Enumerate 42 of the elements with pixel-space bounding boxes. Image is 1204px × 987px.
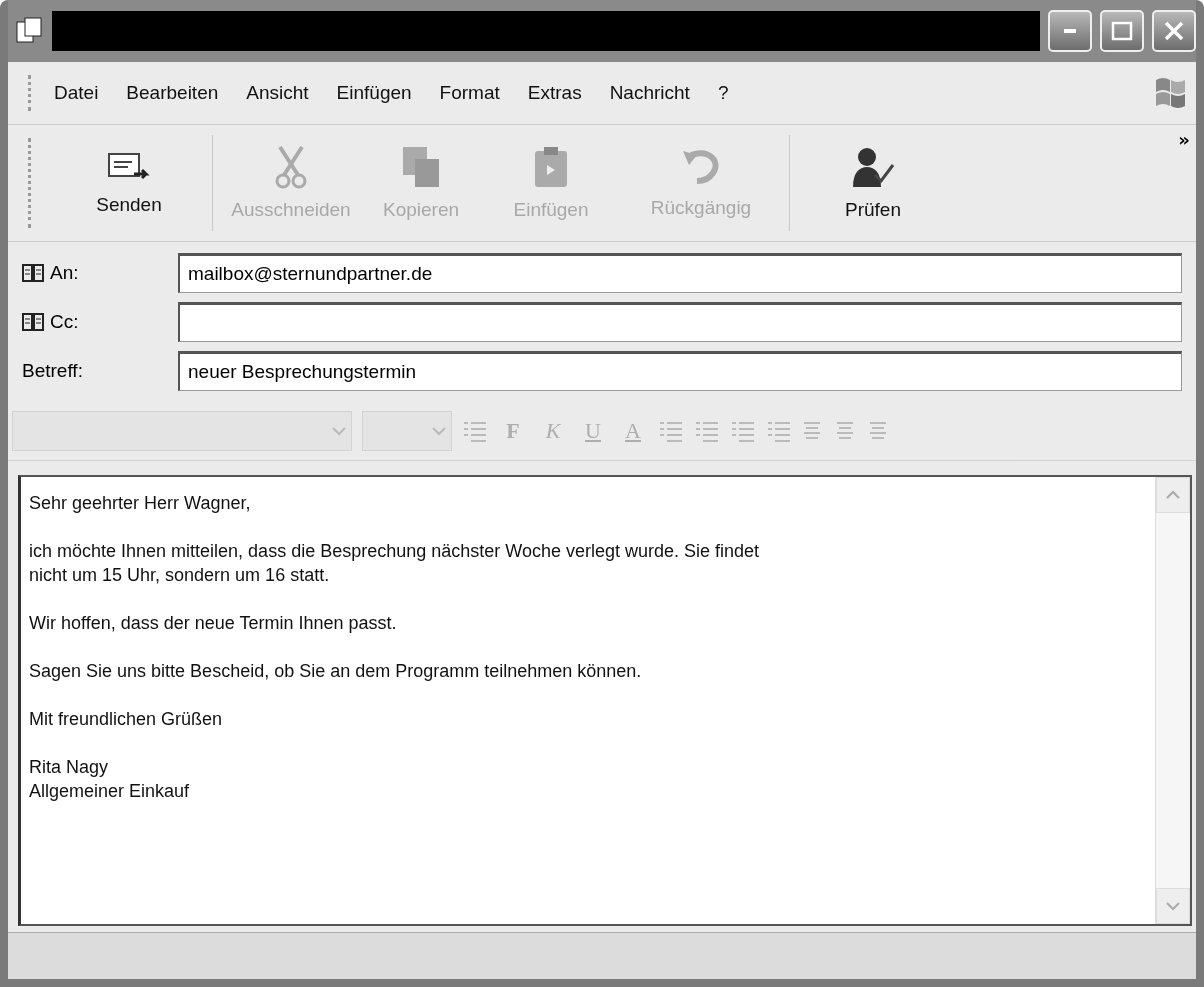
menu-item[interactable]: Datei <box>54 82 99 104</box>
paragraph: Mit freundlichen Grüßen <box>29 708 224 731</box>
menu-item[interactable]: ? <box>717 82 729 104</box>
maximize-button[interactable] <box>1100 10 1144 52</box>
menu-item[interactable]: Extras <box>527 82 582 104</box>
input-field[interactable]: mailbox@sternundpartner.de <box>178 253 1182 293</box>
paragraph-style-icon <box>462 419 488 443</box>
chevron-down-icon <box>431 426 447 436</box>
field-label: An: <box>50 262 79 284</box>
input-field[interactable] <box>178 302 1182 342</box>
message-body[interactable] <box>18 475 1192 926</box>
toolbar-button[interactable]: Senden <box>54 125 204 241</box>
clipboard-icon <box>533 145 569 189</box>
close-icon <box>1163 20 1185 42</box>
menu-item[interactable]: Einfügen <box>336 82 412 104</box>
paragraph: Rita Nagy Allgemeiner Einkauf <box>29 756 191 803</box>
chevron-up-icon <box>1165 490 1181 500</box>
paragraph: Sehr geehrter Herr Wagner, <box>29 492 252 515</box>
toolbar-button[interactable]: Prüfen <box>798 125 948 241</box>
close-button[interactable] <box>1152 10 1196 52</box>
more-button[interactable]: » <box>1178 129 1190 150</box>
paragraph: Wir hoffen, dass der neue Termin Ihnen passt. <box>29 612 398 635</box>
maximize-icon <box>1111 21 1133 41</box>
minimize-button[interactable] <box>1048 10 1092 52</box>
copy-icon <box>401 145 441 189</box>
scissors-icon <box>274 145 308 189</box>
field-label: Betreff: <box>22 360 83 382</box>
chevron-down-icon <box>1165 901 1181 911</box>
document-icon <box>14 16 44 46</box>
menu-item[interactable]: Bearbeiten <box>126 82 219 104</box>
minimize-icon <box>1064 29 1076 33</box>
address-book-icon <box>22 312 44 332</box>
field-label: Cc: <box>50 311 79 333</box>
input-field[interactable]: neuer Besprechungstermin <box>178 351 1182 391</box>
paragraph: ich möchte Ihnen mitteilen, dass die Besprechung nächster Woche verlegt wurde. Sie findet nicht um 15 Uhr, sondern um 16 statt. <box>29 540 761 587</box>
address-book-icon <box>22 263 44 283</box>
menu-item[interactable]: Format <box>439 82 500 104</box>
paragraph: Sagen Sie uns bitte Bescheid, ob Sie an dem Programm teilnehmen können. <box>29 660 643 683</box>
menu-item[interactable]: Ansicht <box>246 82 309 104</box>
menu-item[interactable]: Nachricht <box>609 82 690 104</box>
person-check-icon <box>851 145 895 189</box>
chevron-down-icon <box>331 426 347 436</box>
